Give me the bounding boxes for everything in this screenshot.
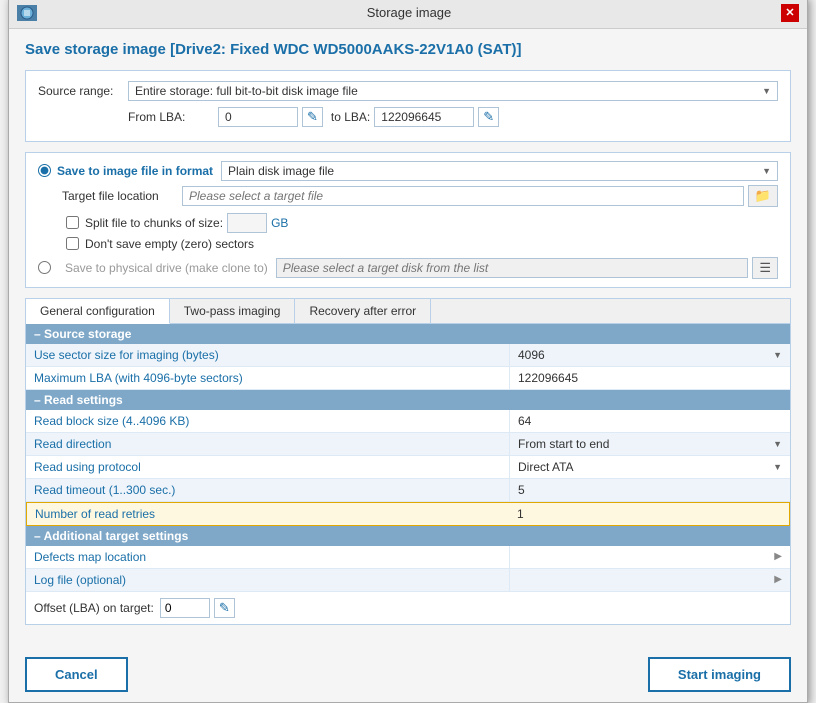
read-protocol-label: Read using protocol xyxy=(26,456,510,478)
source-range-section: Source range: Entire storage: full bit-t… xyxy=(25,70,791,142)
source-storage-header: – Source storage xyxy=(26,324,790,344)
offset-row: Offset (LBA) on target: ✎ xyxy=(26,592,790,624)
offset-label: Offset (LBA) on target: xyxy=(34,601,154,615)
offset-input[interactable] xyxy=(160,598,210,618)
split-chunks-label: Split file to chunks of size: xyxy=(85,216,223,230)
from-lba-edit-icon[interactable]: ✎ xyxy=(302,107,323,127)
read-direction-arrow: ▼ xyxy=(773,439,782,449)
save-image-section: Save to image file in format Plain disk … xyxy=(25,152,791,288)
source-range-select[interactable]: Entire storage: full bit-to-bit disk ima… xyxy=(128,81,778,101)
target-file-input[interactable] xyxy=(182,186,744,206)
title-bar: Storage image ✕ xyxy=(9,0,807,29)
table-row: Read direction From start to end ▼ xyxy=(26,433,790,456)
read-protocol-arrow: ▼ xyxy=(773,462,782,472)
read-direction-value: From start to end ▼ xyxy=(510,433,790,455)
tabs-header: General configuration Two-pass imaging R… xyxy=(26,299,790,324)
defects-map-value: ▶ xyxy=(510,546,790,568)
close-button[interactable]: ✕ xyxy=(781,4,799,22)
start-imaging-button[interactable]: Start imaging xyxy=(648,657,791,692)
target-file-label: Target file location xyxy=(62,189,182,203)
offset-edit-icon[interactable]: ✎ xyxy=(214,598,235,618)
window-title: Storage image xyxy=(37,5,781,20)
dialog-title: Save storage image [Drive2: Fixed WDC WD… xyxy=(25,41,791,58)
log-file-value: ▶ xyxy=(510,569,790,591)
zero-sectors-label: Don't save empty (zero) sectors xyxy=(85,237,254,251)
save-drive-row: Save to physical drive (make clone to) ☰ xyxy=(38,257,778,279)
save-image-label: Save to image file in format xyxy=(57,164,213,178)
chunk-size-input[interactable] xyxy=(227,213,267,233)
read-settings-header: – Read settings xyxy=(26,390,790,410)
format-value: Plain disk image file xyxy=(228,164,334,178)
table-row: Read using protocol Direct ATA ▼ xyxy=(26,456,790,479)
format-select[interactable]: Plain disk image file ▼ xyxy=(221,161,778,181)
table-row: Read timeout (1..300 sec.) 5 xyxy=(26,479,790,502)
block-size-label: Read block size (4..4096 KB) xyxy=(26,410,510,432)
table-row-highlighted: Number of read retries 1 xyxy=(26,502,790,526)
read-retries-label: Number of read retries xyxy=(27,503,509,525)
source-range-arrow: ▼ xyxy=(762,86,771,96)
read-direction-label: Read direction xyxy=(26,433,510,455)
defects-map-arrow: ▶ xyxy=(774,551,782,562)
source-range-value: Entire storage: full bit-to-bit disk ima… xyxy=(135,84,358,98)
disk-list-button[interactable]: ☰ xyxy=(752,257,778,279)
tab-two-pass-imaging[interactable]: Two-pass imaging xyxy=(170,299,296,323)
save-image-radio-row: Save to image file in format Plain disk … xyxy=(38,161,778,181)
general-config-table: – Source storage Use sector size for ima… xyxy=(26,324,790,624)
to-lba-label: to LBA: xyxy=(331,110,370,124)
table-row: Use sector size for imaging (bytes) 4096… xyxy=(26,344,790,367)
bottom-buttons: Cancel Start imaging xyxy=(9,647,807,702)
log-file-label: Log file (optional) xyxy=(26,569,510,591)
table-row: Log file (optional) ▶ xyxy=(26,569,790,592)
save-drive-label: Save to physical drive (make clone to) xyxy=(65,261,268,275)
sector-size-arrow: ▼ xyxy=(773,350,782,360)
block-size-value: 64 xyxy=(510,410,790,432)
from-lba-label: From LBA: xyxy=(128,110,218,124)
gb-label: GB xyxy=(271,216,288,230)
additional-target-header: – Additional target settings xyxy=(26,526,790,546)
table-row: Read block size (4..4096 KB) 64 xyxy=(26,410,790,433)
save-image-radio[interactable] xyxy=(38,164,51,177)
log-file-arrow: ▶ xyxy=(774,574,782,585)
split-chunks-checkbox[interactable] xyxy=(66,216,79,229)
table-row: Defects map location ▶ xyxy=(26,546,790,569)
app-icon xyxy=(17,5,37,21)
defects-map-label: Defects map location xyxy=(26,546,510,568)
configuration-tabs: General configuration Two-pass imaging R… xyxy=(25,298,791,625)
browse-folder-button[interactable]: 📁 xyxy=(748,185,778,207)
read-timeout-value: 5 xyxy=(510,479,790,501)
max-lba-label: Maximum LBA (with 4096-byte sectors) xyxy=(26,367,510,389)
cancel-button[interactable]: Cancel xyxy=(25,657,128,692)
storage-image-window: Storage image ✕ Save storage image [Driv… xyxy=(8,0,808,703)
source-range-label: Source range: xyxy=(38,84,128,98)
zero-sectors-row: Don't save empty (zero) sectors xyxy=(66,237,778,251)
dialog-content: Save storage image [Drive2: Fixed WDC WD… xyxy=(9,29,807,647)
read-retries-value: 1 xyxy=(509,503,789,525)
tab-general-configuration[interactable]: General configuration xyxy=(26,299,170,324)
zero-sectors-checkbox[interactable] xyxy=(66,237,79,250)
to-lba-input[interactable]: 122096645 xyxy=(374,107,474,127)
save-drive-radio[interactable] xyxy=(38,261,51,274)
sector-size-value: 4096 ▼ xyxy=(510,344,790,366)
sector-size-label: Use sector size for imaging (bytes) xyxy=(26,344,510,366)
read-timeout-label: Read timeout (1..300 sec.) xyxy=(26,479,510,501)
from-lba-input[interactable]: 0 xyxy=(218,107,298,127)
lba-range-row: From LBA: 0 ✎ to LBA: 122096645 ✎ xyxy=(128,107,778,127)
table-row: Maximum LBA (with 4096-byte sectors) 122… xyxy=(26,367,790,390)
format-arrow: ▼ xyxy=(762,166,771,176)
split-chunk-row: Split file to chunks of size: GB xyxy=(66,213,778,233)
to-lba-edit-icon[interactable]: ✎ xyxy=(478,107,499,127)
target-file-row: Target file location 📁 xyxy=(62,185,778,207)
max-lba-value: 122096645 xyxy=(510,367,790,389)
target-disk-input[interactable] xyxy=(276,258,749,278)
source-range-row: Source range: Entire storage: full bit-t… xyxy=(38,81,778,101)
read-protocol-value: Direct ATA ▼ xyxy=(510,456,790,478)
tab-recovery-after-error[interactable]: Recovery after error xyxy=(295,299,431,323)
